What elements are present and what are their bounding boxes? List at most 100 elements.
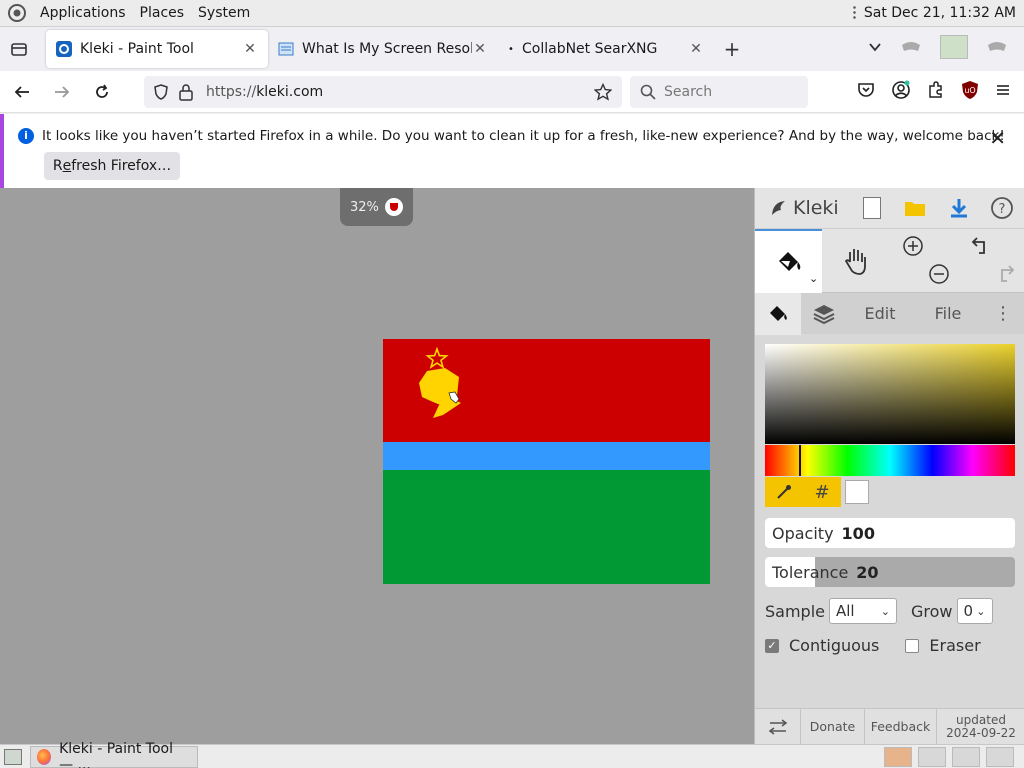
private-mask-icon[interactable] <box>986 39 1008 55</box>
zoom-out-icon[interactable] <box>928 263 950 285</box>
tab-layers[interactable] <box>801 293 847 335</box>
arrow-left-icon <box>14 85 29 98</box>
system-panel: Applications Places System Sat Dec 21, 1… <box>0 0 1024 27</box>
eraser-label[interactable]: Eraser <box>929 636 980 655</box>
show-desktop-icon[interactable] <box>4 748 22 765</box>
chevron-down-icon: ⌄ <box>976 604 986 618</box>
hex-input-button[interactable]: # <box>803 477 841 507</box>
hand-tool-button[interactable] <box>822 229 889 293</box>
more-options-icon[interactable]: ⋮ <box>983 293 1023 335</box>
hue-slider-marker[interactable] <box>799 445 801 476</box>
hand-icon <box>844 249 866 275</box>
chevron-down-icon[interactable] <box>868 40 882 54</box>
reload-button[interactable] <box>84 74 120 110</box>
workspace-4[interactable] <box>986 747 1014 767</box>
feedback-link[interactable]: Feedback <box>865 709 937 744</box>
grow-select[interactable]: 0 ⌄ <box>956 598 993 624</box>
tab-label: CollabNet SearXNG <box>522 41 658 57</box>
zoom-buttons <box>890 229 957 293</box>
workspace-2[interactable] <box>918 747 946 767</box>
tool-row: ⌄ <box>755 228 1024 293</box>
list-all-tabs-button[interactable] <box>0 30 38 68</box>
taskbar-window-kleki[interactable]: Kleki - Paint Tool — ... <box>30 741 198 768</box>
url-bar[interactable]: https://kleki.com <box>144 76 622 108</box>
drawing-canvas[interactable] <box>383 339 710 584</box>
kleki-logo-icon <box>772 201 785 215</box>
zoom-indicator[interactable]: 32% <box>340 188 413 226</box>
contiguous-label[interactable]: Contiguous <box>789 636 879 655</box>
sample-select[interactable]: All ⌄ <box>829 598 897 624</box>
tab-edit[interactable]: Edit <box>847 293 913 335</box>
new-image-button[interactable] <box>850 188 893 228</box>
new-tab-button[interactable]: + <box>714 37 750 61</box>
workspace-3[interactable] <box>952 747 980 767</box>
account-icon[interactable] <box>890 79 912 101</box>
sample-label: Sample <box>765 601 825 621</box>
donate-link[interactable]: Donate <box>801 709 865 744</box>
close-tab-icon[interactable]: ✕ <box>472 41 488 57</box>
menu-system[interactable]: System <box>198 5 250 21</box>
bookmark-star-icon[interactable] <box>594 83 612 101</box>
close-notification-icon[interactable]: ✕ <box>989 126 1006 150</box>
open-image-button[interactable] <box>894 188 937 228</box>
distro-logo-icon[interactable] <box>8 4 26 22</box>
zoom-in-icon[interactable] <box>902 235 924 257</box>
menu-places[interactable]: Places <box>140 5 185 21</box>
tab-kleki[interactable]: Kleki - Paint Tool ✕ <box>46 30 268 68</box>
search-input[interactable]: Search <box>630 76 808 108</box>
tab-tool-settings[interactable] <box>755 292 801 335</box>
eyedropper-button[interactable] <box>765 477 803 507</box>
window-thumbnail-icon[interactable] <box>940 35 968 59</box>
lock-icon[interactable] <box>178 83 194 101</box>
clock[interactable]: Sat Dec 21, 11:32 AM <box>864 5 1016 21</box>
panel-header: Kleki ? <box>755 188 1024 228</box>
shield-icon[interactable] <box>152 83 170 101</box>
swap-panel-side-button[interactable] <box>755 709 801 744</box>
fill-mode-indicator-icon <box>384 198 403 216</box>
fill-tool-button[interactable]: ⌄ <box>755 229 823 293</box>
opacity-slider[interactable]: Opacity 100 <box>765 518 1015 548</box>
extensions-icon[interactable] <box>926 80 946 100</box>
private-mask-icon[interactable] <box>900 39 922 55</box>
workspace-1[interactable] <box>884 747 912 767</box>
updated-date: 2024-09-22 <box>946 725 1016 740</box>
close-tab-icon[interactable]: ✕ <box>688 41 704 57</box>
notification-text: It looks like you haven’t started Firefo… <box>42 128 1005 144</box>
updated-info: updated 2024-09-22 <box>937 709 1024 744</box>
close-tab-icon[interactable]: ✕ <box>242 41 258 57</box>
page-favicon-icon <box>278 42 294 56</box>
ublock-shield-icon[interactable]: uO <box>960 80 980 100</box>
checkbox-row: ✓ Contiguous Eraser <box>765 636 981 655</box>
eraser-checkbox[interactable] <box>905 638 920 653</box>
system-menu: Applications Places System <box>0 4 250 22</box>
undo-icon[interactable] <box>969 235 991 257</box>
redo-icon[interactable] <box>995 263 1017 285</box>
contiguous-checkbox[interactable]: ✓ <box>765 638 779 653</box>
tab-searxng[interactable]: • CollabNet SearXNG ✕ <box>498 30 714 68</box>
loading-dot-icon: • <box>508 43 514 55</box>
menu-applications[interactable]: Applications <box>40 5 126 21</box>
navigation-bar: https://kleki.com Search uO <box>0 71 1024 113</box>
kleki-logo[interactable]: Kleki <box>769 197 850 219</box>
kleki-logo-text: Kleki <box>793 197 839 219</box>
canvas-area[interactable]: 32% <box>0 188 754 744</box>
updated-label: updated <box>956 712 1006 727</box>
color-tools-row: # <box>765 477 869 507</box>
refresh-firefox-button[interactable]: Re fresh Firefox… <box>44 152 180 180</box>
forward-button[interactable] <box>44 74 80 110</box>
hue-slider[interactable] <box>765 445 1015 476</box>
help-icon: ? <box>991 197 1014 219</box>
save-image-button[interactable] <box>937 188 980 228</box>
tab-file[interactable]: File <box>913 293 983 335</box>
back-button[interactable] <box>4 74 40 110</box>
help-button[interactable]: ? <box>981 188 1024 228</box>
pocket-icon[interactable] <box>856 80 876 100</box>
color-saturation-picker[interactable] <box>765 344 1015 444</box>
url-text[interactable]: https://kleki.com <box>206 84 323 100</box>
secondary-color-swatch[interactable] <box>845 480 869 504</box>
tolerance-slider[interactable]: Tolerance 20 <box>765 557 1015 587</box>
tool-dropdown-chevron-icon[interactable]: ⌄ <box>809 272 818 285</box>
history-buttons <box>957 229 1024 293</box>
tab-screen-resolution[interactable]: What Is My Screen Resolutio ✕ <box>268 30 498 68</box>
hamburger-menu-icon[interactable] <box>994 81 1012 99</box>
